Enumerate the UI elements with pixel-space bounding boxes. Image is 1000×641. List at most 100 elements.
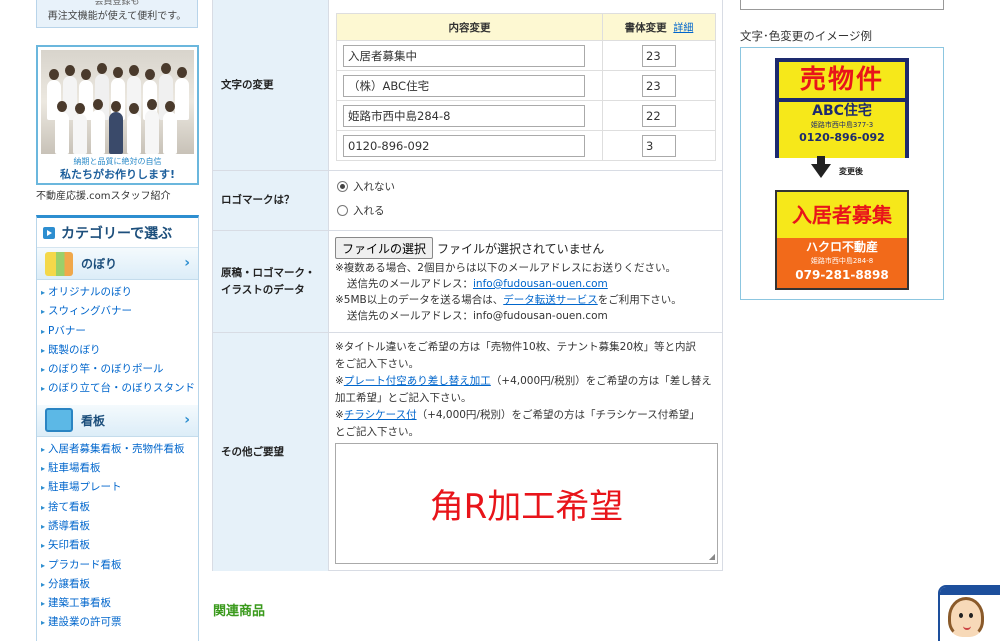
image-example-box: 売物件 ABC住宅 姫路市西中島377-3 0120-896-092 変更後 入…	[740, 47, 944, 300]
category-link[interactable]: 駐車場プレート	[48, 481, 122, 493]
category-link[interactable]: のぼり竿・のぼりポール	[48, 363, 164, 375]
after-label: 変更後	[839, 166, 863, 176]
category-link[interactable]: スウィングバナー	[48, 305, 132, 317]
email-link[interactable]: info@fudousan-ouen.com	[473, 278, 608, 290]
logo-option-include[interactable]: 入れる	[337, 203, 385, 218]
category-link[interactable]: 建築工事看板	[48, 597, 111, 609]
arrow-down-icon	[811, 156, 831, 178]
radio-icon	[337, 205, 348, 216]
font-line-4-input[interactable]	[642, 134, 676, 157]
staff-caption-big: 私たちがお作りします!	[59, 168, 176, 181]
staff-figure	[109, 101, 123, 154]
note-large-data: ※5MB以上のデータを送る場合は、データ転送サービスをご利用下さい。	[335, 292, 682, 308]
staff-banner[interactable]: 納期と品質に絶対の自信 私たちがお作りします!	[36, 45, 199, 185]
text-line-4-input[interactable]	[343, 134, 585, 157]
staff-figure	[175, 67, 189, 120]
logo-option-none[interactable]: 入れない	[337, 179, 395, 194]
font-detail-link[interactable]: 詳細	[673, 23, 693, 34]
category-item: 捨て看板	[41, 498, 198, 517]
flag-icon	[45, 251, 73, 276]
flyer-case-link[interactable]: チラシケース付	[344, 409, 417, 421]
member-note: 会員登録も 再注文機能が使えて便利です。	[36, 0, 198, 28]
order-form-table: 文字の変更 内容変更 書体変更 詳細 入居者募集中 23 （株）ABC住宅 23…	[212, 0, 723, 571]
col-font-header: 書体変更 詳細	[602, 13, 716, 41]
category-list-nobori: オリジナルのぼり スウィングバナー Pバナー 既製のぼり のぼり竿・のぼりポール…	[37, 280, 198, 405]
change-arrow: 変更後	[811, 156, 863, 178]
text-line-1-input[interactable]	[343, 44, 585, 67]
category-item: Pバナー	[41, 322, 198, 341]
staff-figure	[127, 103, 141, 154]
file-select-button[interactable]: ファイルの選択	[335, 237, 434, 259]
category-header: カテゴリーで選ぶ	[37, 218, 198, 248]
resize-grip-icon[interactable]: ◢	[709, 552, 715, 561]
staff-figure	[91, 99, 105, 154]
category-link[interactable]: Pバナー	[48, 325, 86, 337]
category-item: 駐車場看板	[41, 459, 198, 478]
textarea-value: 角R加工希望	[429, 487, 624, 527]
other-note-suffix: （+4,000円/税別）をご希望の方は「チラシケース付希望」	[416, 409, 700, 421]
sign-after-company: ハクロ不動産	[805, 240, 878, 254]
category-item: のぼり竿・のぼりポール	[41, 360, 198, 379]
category-link[interactable]: 建設業の許可票	[48, 616, 122, 628]
right-top-box	[740, 0, 944, 10]
manuscript-notes: ※複数ある場合、2個目からは以下のメールアドレスにお送りください。 送信先のメー…	[335, 260, 682, 324]
sign-before-phone: 0120-896-092	[799, 131, 885, 144]
note-email-line: 送信先のメールアドレス：info@fudousan-ouen.com	[335, 276, 682, 292]
category-link[interactable]: 既製のぼり	[48, 344, 101, 356]
font-line-1-input[interactable]	[642, 44, 676, 67]
category-link[interactable]: 矢印看板	[48, 539, 90, 551]
category-link[interactable]: プラカード看板	[48, 559, 122, 571]
staff-figure	[145, 99, 159, 154]
col-content-header: 内容変更	[336, 13, 603, 41]
staff-caption-small: 納期と品質に絶対の自信	[73, 157, 162, 166]
sign-after-address: 姫路市西中島284-8	[810, 257, 874, 265]
other-note-line: ※プレート付空あり差し替え加工（+4,000円/税別）をご希望の方は「差し替え	[335, 373, 719, 390]
logo-row: ロゴマークは？ 入れない 入れる	[213, 171, 722, 231]
plate-replace-link[interactable]: プレート付空あり差し替え加工	[344, 375, 491, 387]
category-group-kanban[interactable]: 看板 ›	[37, 404, 198, 437]
text-cell	[336, 70, 603, 101]
text-change-line	[336, 130, 716, 161]
category-link[interactable]: 入居者募集看板・売物件看板	[48, 443, 185, 455]
font-line-3-input[interactable]	[642, 104, 676, 127]
logo-option-label: 入れる	[353, 205, 385, 217]
other-note-line: ※チラシケース付（+4,000円/税別）をご希望の方は「チラシケース付希望」	[335, 407, 719, 424]
related-products-heading: 関連商品	[213, 604, 266, 619]
text-change-value: 内容変更 書体変更 詳細	[329, 0, 722, 170]
font-cell	[602, 130, 716, 161]
category-item: オリジナルのぼり	[41, 283, 198, 302]
category-link[interactable]: 捨て看板	[48, 501, 90, 513]
file-picker: ファイルの選択 ファイルが選択されていません	[335, 237, 604, 259]
category-link[interactable]: のぼり立て台・のぼりスタンド	[48, 382, 195, 394]
other-note-suffix: （+4,000円/税別）をご希望の方は「差し替え	[490, 375, 712, 387]
text-line-3-input[interactable]	[343, 104, 585, 127]
category-panel: カテゴリーで選ぶ のぼり › オリジナルのぼり スウィングバナー Pバナー 既製…	[36, 215, 199, 641]
radio-selected-icon	[337, 181, 348, 192]
category-link[interactable]: 誘導看板	[48, 520, 90, 532]
text-cell	[336, 130, 603, 161]
note-large-suffix: をご利用下さい。	[597, 294, 682, 306]
note-email-prefix: 送信先のメールアドレス：	[347, 278, 473, 290]
category-link[interactable]: オリジナルのぼり	[48, 286, 132, 298]
staff-intro-link[interactable]: 不動産応援.comスタッフ紹介	[36, 187, 171, 202]
sign-after: 入居者募集 ハクロ不動産 姫路市西中島284-8 079-281-8898	[775, 190, 909, 290]
font-line-2-input[interactable]	[642, 74, 676, 97]
category-link[interactable]: 駐車場看板	[48, 462, 101, 474]
category-item: 既製のぼり	[41, 341, 198, 360]
category-group-title: 看板	[81, 413, 106, 428]
other-requests-textarea[interactable]: 角R加工希望 ◢	[335, 443, 718, 564]
category-item: 駐車場プレート	[41, 478, 198, 497]
font-cell	[602, 100, 716, 131]
staff-figure	[163, 101, 177, 154]
category-group-nobori[interactable]: のぼり ›	[37, 248, 198, 280]
text-line-2-input[interactable]	[343, 74, 585, 97]
category-link[interactable]: 分譲看板	[48, 578, 90, 590]
category-item: 建設業の許可票	[41, 613, 198, 632]
category-list-kanban: 入居者募集看板・売物件看板 駐車場看板 駐車場プレート 捨て看板 誘導看板 矢印…	[37, 437, 198, 639]
support-chat-widget[interactable]	[938, 585, 1000, 641]
manuscript-label: 原稿・ロゴマーク・ イラストのデータ	[213, 231, 329, 332]
data-transfer-link[interactable]: データ転送サービス	[503, 294, 598, 306]
chevron-right-icon: ›	[184, 411, 190, 428]
sign-before: 売物件 ABC住宅 姫路市西中島377-3 0120-896-092	[775, 58, 909, 158]
sign-before-head: 売物件	[779, 62, 905, 98]
